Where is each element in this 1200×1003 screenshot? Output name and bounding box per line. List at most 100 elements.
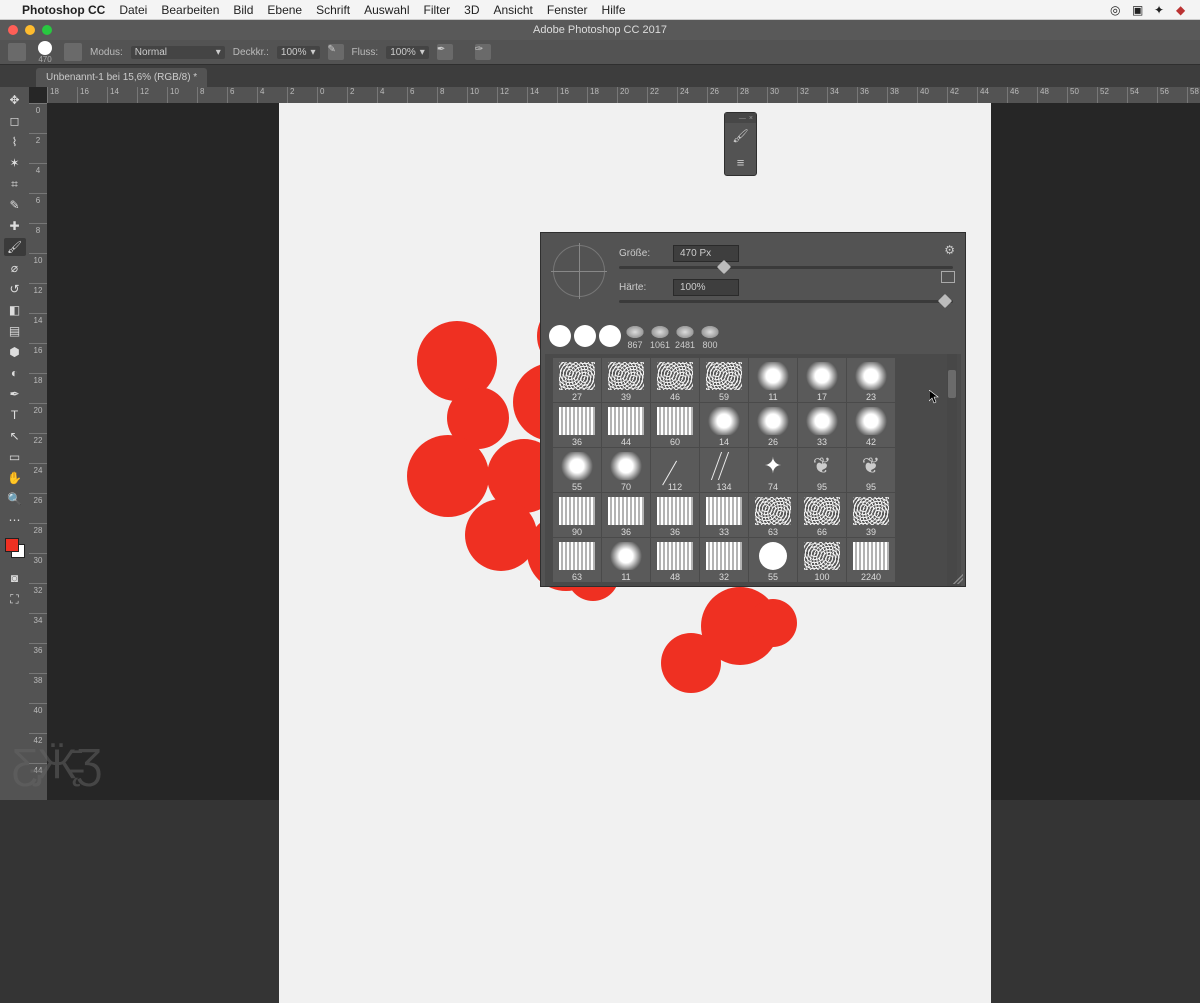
brush-preset[interactable]: ✦74 [749, 448, 797, 492]
ruler-horizontal[interactable]: 1816141210864202468101214161820222426283… [47, 87, 1200, 103]
brush-preset[interactable]: 60 [651, 403, 699, 447]
resize-handle[interactable] [953, 574, 963, 584]
hard-round-brush[interactable] [599, 325, 621, 347]
size-input[interactable]: 470 Px [673, 245, 739, 262]
collapsed-panel[interactable]: —× 🖌 ≡ [724, 112, 757, 176]
cc-icon[interactable]: ✦ [1154, 3, 1168, 17]
ruler-vertical[interactable]: 0246810121416182022242628303234363840424… [29, 103, 47, 800]
menu-fenster[interactable]: Fenster [547, 3, 588, 17]
brush-preset[interactable]: 112 [651, 448, 699, 492]
brush-preview-icon[interactable] [38, 41, 52, 55]
brush-panel-toggle-icon[interactable] [64, 43, 82, 61]
window-zoom[interactable] [42, 25, 52, 35]
heal-tool[interactable]: ✚ [4, 217, 26, 235]
brush-867[interactable]: 867 [624, 325, 646, 350]
shape-tool[interactable]: ▭ [4, 448, 26, 466]
menu-schrift[interactable]: Schrift [316, 3, 350, 17]
fluss-input[interactable]: 100%▾ [386, 46, 429, 59]
brush-preset[interactable]: 33 [700, 493, 748, 537]
type-tool[interactable]: T [4, 406, 26, 424]
brush-preset[interactable]: 14 [700, 403, 748, 447]
eraser-tool[interactable]: ◧ [4, 301, 26, 319]
brush-preset[interactable]: 55 [553, 448, 601, 492]
dodge-tool[interactable]: ◐ [4, 364, 26, 382]
modus-dropdown[interactable]: Normal▾ [131, 46, 225, 59]
menu-ebene[interactable]: Ebene [267, 3, 302, 17]
brush-2481[interactable]: 2481 [674, 325, 696, 350]
brush-preset[interactable]: 134 [700, 448, 748, 492]
sync-icon[interactable]: ◎ [1110, 3, 1124, 17]
menu-hilfe[interactable]: Hilfe [602, 3, 626, 17]
brush-preset[interactable]: 90 [553, 493, 601, 537]
lasso-tool[interactable]: ⌇ [4, 133, 26, 151]
hardness-slider[interactable] [619, 300, 953, 303]
brush-preset[interactable]: 36 [651, 493, 699, 537]
brush-preset[interactable]: 63 [553, 538, 601, 582]
brush-preset[interactable]: 11 [749, 358, 797, 402]
brush-preset[interactable]: 46 [651, 358, 699, 402]
pressure-opacity-icon[interactable]: ✎ [328, 44, 344, 60]
gradient-tool[interactable]: ▤ [4, 322, 26, 340]
new-preset-icon[interactable] [941, 271, 955, 283]
brush-preset[interactable]: 2240 [847, 538, 895, 582]
menu-auswahl[interactable]: Auswahl [364, 3, 409, 17]
stamp-tool[interactable]: ⌀ [4, 259, 26, 277]
panel-collapse-icon[interactable]: — [739, 115, 746, 122]
menu-bearbeiten[interactable]: Bearbeiten [161, 3, 219, 17]
pressure-size-icon[interactable]: ✑ [475, 44, 491, 60]
document-tab[interactable]: Unbenannt-1 bei 15,6% (RGB/8) * [36, 68, 207, 87]
brush-tip-preview[interactable] [553, 245, 605, 297]
brush-preset[interactable]: ❦95 [847, 448, 895, 492]
panel-close-icon[interactable]: × [749, 115, 753, 122]
brush-preset[interactable]: 17 [798, 358, 846, 402]
move-tool[interactable]: ✥ [4, 91, 26, 109]
screenmode-tool[interactable]: ⛶ [4, 590, 26, 608]
window-minimize[interactable] [25, 25, 35, 35]
brush-preset[interactable]: 36 [553, 403, 601, 447]
app-name[interactable]: Photoshop CC [22, 3, 105, 17]
brush-800[interactable]: 800 [699, 325, 721, 350]
brush-preset[interactable]: 100 [798, 538, 846, 582]
eyedropper-tool[interactable]: ✎ [4, 196, 26, 214]
brush-preset[interactable]: 55 [749, 538, 797, 582]
airbrush-icon[interactable]: ✒ [437, 44, 453, 60]
menu-ansicht[interactable]: Ansicht [494, 3, 533, 17]
brush-preset[interactable]: 39 [602, 358, 650, 402]
brush-1061[interactable]: 1061 [649, 325, 671, 350]
brush-preset[interactable]: 33 [798, 403, 846, 447]
hardness-input[interactable]: 100% [673, 279, 739, 296]
blur-tool[interactable]: ⬢ [4, 343, 26, 361]
brush-tool[interactable]: 🖌 [4, 238, 26, 256]
brush-preset[interactable]: 23 [847, 358, 895, 402]
brush-preset[interactable]: 39 [847, 493, 895, 537]
brush-preset[interactable]: 66 [798, 493, 846, 537]
brush-preset[interactable]: 70 [602, 448, 650, 492]
brush-preset[interactable]: 42 [847, 403, 895, 447]
home-icon[interactable] [8, 43, 26, 61]
gear-icon[interactable]: ⚙ [944, 243, 955, 257]
menu-3d[interactable]: 3D [464, 3, 479, 17]
brush-preset[interactable]: 48 [651, 538, 699, 582]
size-slider[interactable] [619, 266, 953, 269]
brush-preset[interactable]: 63 [749, 493, 797, 537]
menu-filter[interactable]: Filter [423, 3, 450, 17]
marquee-tool[interactable]: ◻ [4, 112, 26, 130]
window-close[interactable] [8, 25, 18, 35]
brushsettings-icon[interactable]: 🖌 [725, 123, 756, 149]
path-tool[interactable]: ↖ [4, 427, 26, 445]
brush-preset[interactable]: 36 [602, 493, 650, 537]
cc2-icon[interactable]: ◆ [1176, 3, 1190, 17]
history-brush-tool[interactable]: ↺ [4, 280, 26, 298]
brush-preset[interactable]: 59 [700, 358, 748, 402]
brush-preset[interactable]: 27 [553, 358, 601, 402]
brush-preset[interactable]: 32 [700, 538, 748, 582]
edit-toolbar[interactable]: ⋯ [4, 511, 26, 529]
brushes-icon[interactable]: ≡ [725, 149, 756, 175]
brush-preset[interactable]: 11 [602, 538, 650, 582]
wand-tool[interactable]: ✶ [4, 154, 26, 172]
soft-round-brush-2[interactable] [574, 325, 596, 347]
pen-tool[interactable]: ✒ [4, 385, 26, 403]
tray-icon[interactable]: ▣ [1132, 3, 1146, 17]
menu-datei[interactable]: Datei [119, 3, 147, 17]
deckkr-input[interactable]: 100%▾ [277, 46, 320, 59]
